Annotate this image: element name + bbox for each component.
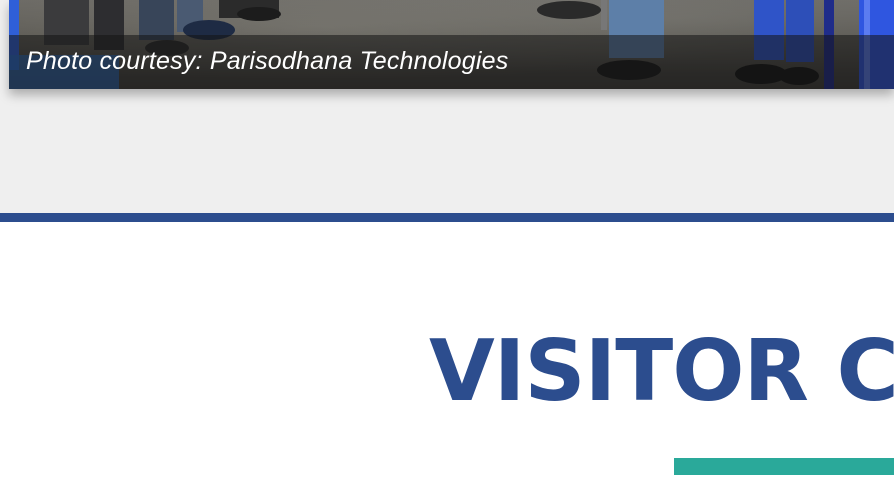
- photo-caption: Photo courtesy: Parisodhana Technologies: [26, 47, 509, 75]
- heading-accent-bar: [674, 458, 894, 475]
- photo-band: Photo courtesy: Parisodhana Technologies: [0, 0, 894, 213]
- section-heading: VISITOR CH: [429, 322, 894, 421]
- section-divider: [0, 213, 894, 222]
- event-photo: Photo courtesy: Parisodhana Technologies: [9, 0, 894, 89]
- page: Photo courtesy: Parisodhana Technologies…: [0, 0, 894, 496]
